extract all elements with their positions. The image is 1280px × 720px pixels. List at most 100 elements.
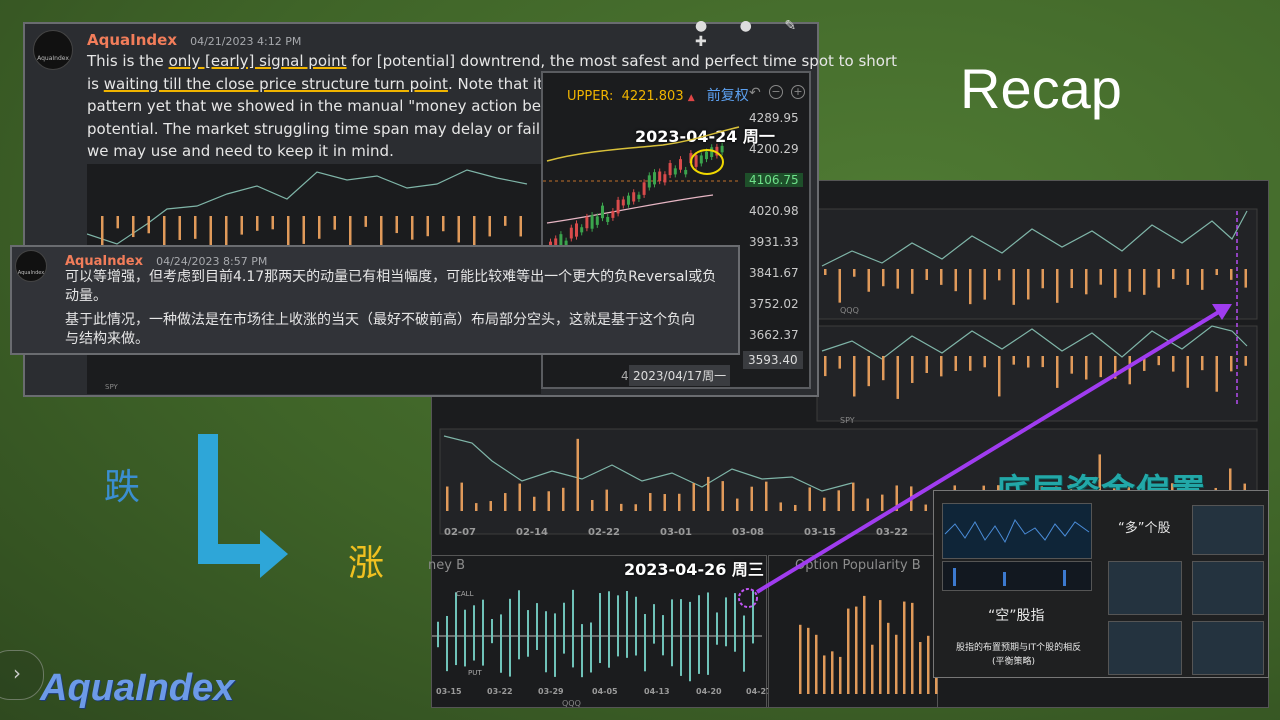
volume-bar <box>1070 269 1073 289</box>
volume-bar <box>1201 269 1204 290</box>
volume-bar <box>256 216 259 231</box>
volume-bar <box>364 216 367 227</box>
money-chart-title: ney B <box>428 558 465 573</box>
volume-bar <box>837 490 840 511</box>
price-tick: 4200.29 <box>749 142 799 156</box>
popularity-bar <box>839 656 842 694</box>
x-tick-label: 03-15 <box>804 527 836 538</box>
popularity-bar <box>879 600 882 694</box>
candle <box>658 171 662 182</box>
volume-bar <box>853 269 856 277</box>
adjust-price-toggle[interactable]: 前复权 <box>707 88 749 104</box>
option-bars <box>799 595 938 694</box>
message-line: 基于此情况，一种做法是在市场往上收涨的当天（最好不破前高）布局部分空头，这就是基… <box>65 312 695 328</box>
price-tick: 3752.02 <box>749 297 799 311</box>
short-index-label: “空”股指 <box>988 608 1045 624</box>
volume-bar <box>838 356 841 369</box>
volume-bar <box>867 356 870 387</box>
popularity-bar <box>807 627 810 694</box>
volume-bar <box>721 481 724 511</box>
x-tick-label: 03-01 <box>660 527 692 538</box>
stock-thumb <box>1108 561 1182 615</box>
author-name[interactable]: AquaIndex <box>87 31 177 49</box>
index-thumb <box>942 503 1092 559</box>
volume-bar <box>519 216 522 237</box>
volume-bar <box>750 486 753 511</box>
x-tick-label: 02-22 <box>588 527 620 538</box>
volume-bar <box>475 503 478 511</box>
stock-thumb <box>1192 561 1264 615</box>
author-name[interactable]: AquaIndex <box>65 254 143 269</box>
candle <box>590 215 594 229</box>
spy-embed-label: SPY <box>105 383 119 391</box>
volume-bar <box>925 269 928 280</box>
option-popularity-title: Option Popularity B <box>795 558 921 573</box>
undo-icon[interactable]: ↶ <box>749 85 761 101</box>
money-x-ticks: 03-15 03-22 03-29 04-05 04-13 04-20 04-2… <box>436 687 768 696</box>
volume-bar <box>983 356 986 368</box>
volume-bar <box>838 269 841 303</box>
l-arrow-icon <box>198 434 288 578</box>
volume-bar <box>1027 269 1030 300</box>
volume-bar <box>1099 356 1102 378</box>
volume-bar <box>911 269 914 294</box>
candle <box>601 205 604 219</box>
volume-bar <box>1114 269 1117 298</box>
volume-bar <box>1012 269 1015 305</box>
up-arrow-icon: ▲ <box>687 93 695 103</box>
highlight-signal: only [early] signal point <box>168 52 347 70</box>
volume-bar <box>692 483 695 511</box>
candle <box>569 227 573 239</box>
volume-bar <box>983 269 986 300</box>
volume-bar <box>736 498 739 511</box>
volume-bar <box>896 356 899 399</box>
volume-bar <box>1244 356 1247 366</box>
price-tick: 3841.67 <box>749 266 799 280</box>
volume-bar <box>457 216 460 243</box>
volume-bar <box>240 216 243 235</box>
bottom-price-tag: 3593.40 <box>743 351 803 369</box>
discord-message-panel-2: AquaIndex AquaIndex 04/24/2023 8:57 PM 可… <box>10 245 740 355</box>
volume-bar <box>442 216 445 232</box>
volume-bar <box>649 493 652 511</box>
qqq-label: QQQ <box>840 306 859 315</box>
volume-bar <box>895 485 898 511</box>
volume-bar <box>882 356 885 381</box>
volume-bar <box>333 216 336 230</box>
volume-bar <box>678 493 681 511</box>
volume-bar <box>620 503 623 511</box>
zoom-in-icon[interactable]: + <box>791 85 805 99</box>
volume-bar <box>194 216 197 239</box>
candle <box>710 147 714 158</box>
volume-bar <box>1186 269 1189 285</box>
volume-bar <box>866 498 869 511</box>
chevron-right-icon: › <box>13 661 21 685</box>
volume-bar <box>1027 356 1030 368</box>
long-stocks-label: “多”个股 <box>1118 521 1171 536</box>
money-chart-svg: CALL PUT 03-15 03-22 03-29 04-05 04-13 0… <box>432 588 768 708</box>
popularity-bar <box>919 642 922 694</box>
author-avatar[interactable]: AquaIndex <box>15 250 47 282</box>
candle <box>621 199 625 206</box>
popularity-bar <box>831 651 834 694</box>
zoom-out-icon[interactable]: − <box>769 85 783 99</box>
popularity-bar <box>847 608 850 694</box>
price-tick: 4289.95 <box>749 111 799 125</box>
volume-bar <box>1143 356 1146 371</box>
x-tick-label: 04-20 <box>696 687 722 696</box>
candle <box>679 159 682 170</box>
date-overlay-0426: 2023-04-26 周三 <box>624 560 764 579</box>
candle <box>575 223 578 237</box>
volume-bar <box>271 216 274 230</box>
author-avatar[interactable]: AquaIndex <box>33 30 73 70</box>
candle <box>705 151 708 160</box>
x-tick-label: 04-27 <box>746 687 768 696</box>
volume-bar <box>591 500 594 511</box>
popularity-bar <box>903 601 906 694</box>
volume-bar <box>1041 356 1044 368</box>
prev-slide-button[interactable]: › <box>0 650 44 700</box>
x-tick-label: 04-05 <box>592 687 618 696</box>
volume-bar <box>1157 269 1160 288</box>
candle <box>616 199 620 214</box>
volume-bar <box>1244 269 1247 288</box>
